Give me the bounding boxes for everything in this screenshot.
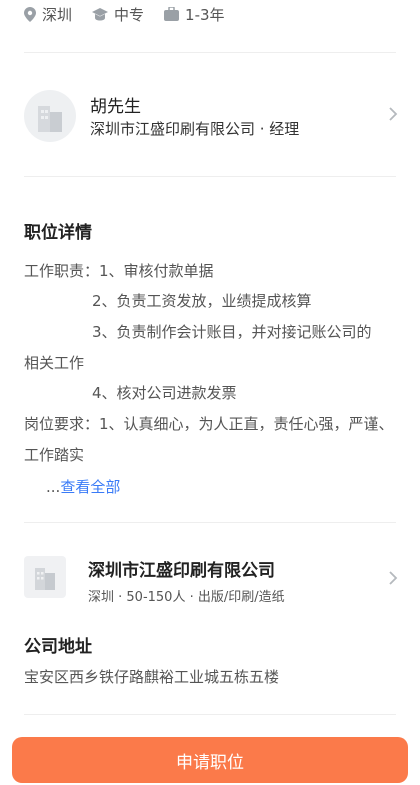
description-line: 岗位要求：1、认真细心，为人正直，责任心强，严谨、 [24, 415, 394, 433]
address-title: 公司地址 [24, 637, 92, 657]
briefcase-icon [164, 7, 180, 21]
job-details-title: 职位详情 [24, 223, 92, 243]
divider [24, 52, 396, 53]
location-pin-icon [24, 6, 36, 22]
job-meta-row: 深圳 中专 1-3年 [24, 0, 225, 28]
description-line: 工作踏实 [24, 446, 85, 464]
view-all-row: ...查看全部 [46, 476, 120, 497]
company-logo [24, 556, 66, 598]
meta-city: 深圳 [24, 4, 72, 25]
company-address: 宝安区西乡铁仔路麒裕工业城五栋五楼 [24, 668, 280, 686]
description-line: 3、负责制作会计账目，并对接记账公司的 [92, 323, 372, 341]
meta-city-text: 深圳 [42, 5, 73, 24]
view-all-link[interactable]: 查看全部 [60, 478, 120, 496]
company-name: 深圳市江盛印刷有限公司 [88, 561, 275, 581]
meta-experience: 1-3年 [164, 4, 225, 25]
divider [24, 176, 396, 177]
building-icon [35, 568, 55, 590]
description-line: 2、负责工资发放，业绩提成核算 [92, 292, 312, 310]
description-line: 4、核对公司进款发票 [92, 384, 237, 402]
meta-education-text: 中专 [114, 5, 145, 24]
apply-button[interactable]: 申请职位 [12, 737, 408, 783]
chevron-right-icon [389, 571, 398, 585]
recruiter-company-title: 深圳市江盛印刷有限公司 · 经理 [90, 120, 300, 138]
divider [24, 522, 396, 523]
recruiter-name: 胡先生 [90, 97, 141, 117]
ellipsis: ... [46, 478, 61, 496]
graduation-cap-icon [92, 7, 109, 20]
building-icon [38, 106, 62, 132]
meta-education: 中专 [92, 4, 144, 25]
company-info: 深圳 · 50-150人 · 出版/印刷/造纸 [88, 590, 285, 605]
avatar [24, 90, 76, 142]
chevron-right-icon [389, 107, 398, 121]
description-line: 工作职责：1、审核付款单据 [24, 262, 214, 280]
meta-experience-text: 1-3年 [185, 5, 225, 24]
divider [24, 714, 396, 715]
description-line: 相关工作 [24, 354, 85, 372]
